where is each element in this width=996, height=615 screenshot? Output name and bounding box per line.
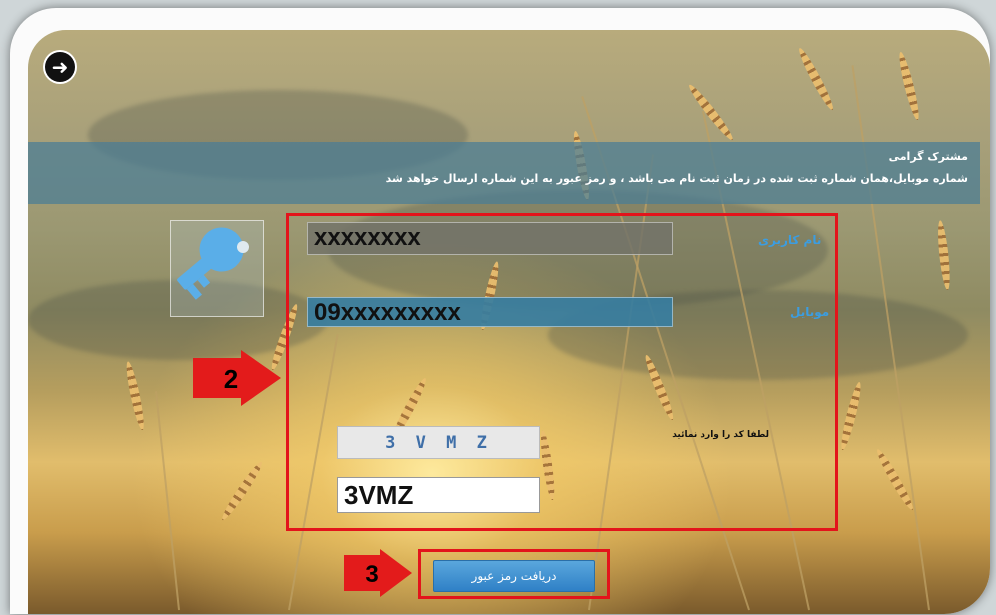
- step-3-arrow: 3: [344, 549, 412, 597]
- key-image: [170, 220, 264, 317]
- step-2-arrow: 2: [193, 350, 281, 406]
- back-button[interactable]: ➜: [45, 52, 75, 82]
- mobile-label: موبایل: [790, 305, 830, 319]
- step-2-label: 2: [224, 364, 238, 394]
- captcha-hint: لطفا کد را وارد نمائید: [672, 430, 769, 440]
- mobile-field[interactable]: 09xxxxxxxxx: [307, 297, 673, 327]
- captcha-input[interactable]: 3VMZ: [337, 477, 540, 513]
- username-field[interactable]: xxxxxxxx: [307, 222, 673, 255]
- username-label: نام کاربری: [758, 233, 822, 247]
- info-message: شماره موبایل،همان شماره ثبت شده در زمان …: [385, 172, 968, 185]
- captcha-image: 3 V M Z: [337, 426, 540, 459]
- back-arrow-icon: ➜: [51, 55, 69, 79]
- get-password-button[interactable]: دریافت رمز عبور: [433, 560, 595, 592]
- key-icon: [177, 227, 249, 300]
- step-3-label: 3: [365, 561, 378, 588]
- info-banner: مشترک گرامی شماره موبایل،همان شماره ثبت …: [28, 142, 980, 204]
- greeting-text: مشترک گرامی: [888, 150, 968, 163]
